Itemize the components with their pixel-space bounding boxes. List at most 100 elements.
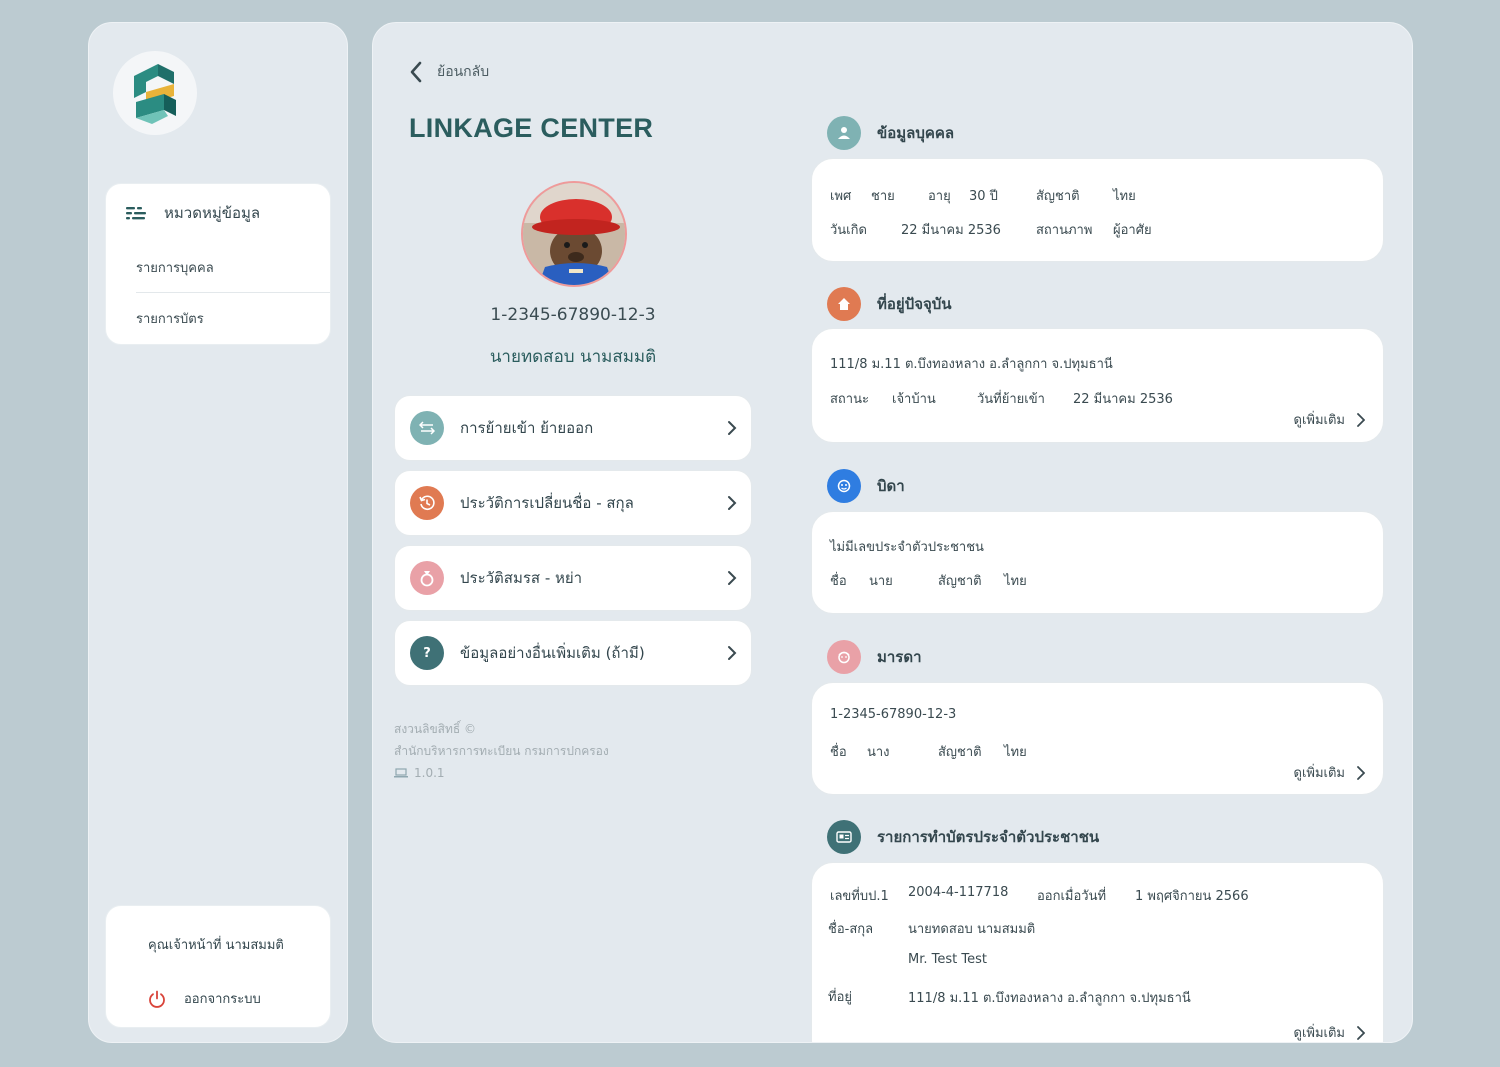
chevron-right-icon xyxy=(728,646,737,660)
home-icon xyxy=(827,287,861,321)
chevron-right-icon xyxy=(728,571,737,585)
transfer-icon xyxy=(410,411,444,445)
card-address-label: ที่อยู่ xyxy=(828,990,852,1005)
face-icon xyxy=(827,640,861,674)
avatar xyxy=(521,181,627,287)
nav-move-button[interactable]: การย้ายเข้า ย้ายออก xyxy=(394,395,752,461)
fullname-th: นายทดสอบ นามสมมติ xyxy=(908,922,1036,937)
address-text: 111/8 ม.11 ต.บึงทองหลาง อ.ลำลูกกา จ.ปทุม… xyxy=(830,357,1113,372)
gender-value: ชาย xyxy=(871,189,895,204)
card-address-value: 111/8 ม.11 ต.บึงทองหลาง อ.ลำลูกกา จ.ปทุม… xyxy=(908,991,1191,1006)
gender-label: เพศ xyxy=(830,189,852,204)
nav-other-info-button[interactable]: ? ข้อมูลอย่างอื่นเพิ่มเติม (ถ้ามี) xyxy=(394,620,752,686)
fullname-en: Mr. Test Test xyxy=(908,952,987,967)
nationality-value: ไทย xyxy=(1113,189,1136,204)
copyright-text: สงวนลิขสิทธิ์ © xyxy=(394,722,477,736)
chevron-right-icon xyxy=(1357,765,1365,780)
issue-date-label: ออกเมื่อวันที่ xyxy=(1037,889,1107,904)
idcard-more-link[interactable]: ดูเพิ่มเติม xyxy=(1293,1022,1365,1042)
age-value: 30 ปี xyxy=(969,189,998,204)
nav-name-history-label: ประวัติการเปลี่ยนชื่อ - สกุล xyxy=(460,494,634,512)
section-mother-label: มารดา xyxy=(877,648,922,666)
nav-other-info-label: ข้อมูลอย่างอื่นเพิ่มเติม (ถ้ามี) xyxy=(460,644,645,662)
main-panel: ย้อนกลับ LINKAGE CENTER 1-2345-67890-12-… xyxy=(372,22,1413,1043)
father-name-value: นาย xyxy=(869,574,893,589)
chevron-right-icon xyxy=(1357,412,1365,427)
status-value: ผู้อาศัย xyxy=(1113,223,1152,238)
birthdate-value: 22 มีนาคม 2536 xyxy=(901,223,1001,238)
category-menu-title: หมวดหมู่ข้อมูล xyxy=(164,204,261,222)
logout-button[interactable]: ออกจากระบบ xyxy=(148,988,261,1009)
power-icon xyxy=(149,990,165,1008)
version-text: 1.0.1 xyxy=(414,766,445,780)
more-label: ดูเพิ่มเติม xyxy=(1293,766,1345,781)
id-card-icon xyxy=(827,820,861,854)
fullname-label: ชื่อ-สกุล xyxy=(828,922,874,937)
resident-status-label: สถานะ xyxy=(830,392,869,407)
section-mother-title: มารดา xyxy=(827,640,922,674)
nav-marriage-label: ประวัติสมรส - หย่า xyxy=(460,569,583,587)
section-father-title: บิดา xyxy=(827,469,905,503)
father-id-text: ไม่มีเลขประจำตัวประชาชน xyxy=(830,540,984,555)
footer: สงวนลิขสิทธิ์ © สำนักบริหารการทะเบียน กร… xyxy=(394,718,609,784)
sidebar-item-persons[interactable]: รายการบุคคล xyxy=(106,242,330,292)
menu-lines-icon xyxy=(126,207,146,220)
person-icon xyxy=(827,116,861,150)
nav-name-history-button[interactable]: ประวัติการเปลี่ยนชื่อ - สกุล xyxy=(394,470,752,536)
nationality-label: สัญชาติ xyxy=(1036,189,1080,204)
user-name: คุณเจ้าหน้าที่ นามสมมติ xyxy=(148,938,284,953)
chevron-right-icon xyxy=(728,421,737,435)
birthdate-label: วันเกิด xyxy=(830,223,867,238)
more-label: ดูเพิ่มเติม xyxy=(1293,413,1345,428)
person-name: นายทดสอบ นามสมมติ xyxy=(489,347,657,367)
chevron-right-icon xyxy=(728,496,737,510)
idcard-card: เลขที่บป.1 2004-4-117718 ออกเมื่อวันที่ … xyxy=(811,862,1384,1042)
personal-info-card: เพศ ชาย อายุ 30 ปี สัญชาติ ไทย วันเกิด 2… xyxy=(811,158,1384,262)
section-address-title: ที่อยู่ปัจจุบัน xyxy=(827,287,952,321)
section-idcard-title: รายการทำบัตรประจำตัวประชาชน xyxy=(827,820,1099,854)
section-personal-label: ข้อมูลบุคคล xyxy=(877,124,955,142)
mother-id-text: 1-2345-67890-12-3 xyxy=(830,707,957,722)
mother-more-link[interactable]: ดูเพิ่มเติม xyxy=(1294,762,1365,783)
resident-status-value: เจ้าบ้าน xyxy=(892,392,936,407)
address-more-link[interactable]: ดูเพิ่มเติม xyxy=(1294,409,1365,430)
mother-name-label: ชื่อ xyxy=(830,745,847,760)
section-father-label: บิดา xyxy=(877,477,905,495)
father-nationality-label: สัญชาติ xyxy=(938,574,982,589)
question-icon: ? xyxy=(410,636,444,670)
address-card: 111/8 ม.11 ต.บึงทองหลาง อ.ลำลูกกา จ.ปทุม… xyxy=(811,328,1384,443)
more-label: ดูเพิ่มเติม xyxy=(1293,1026,1345,1041)
move-in-label: วันที่ย้ายเข้า xyxy=(977,392,1045,407)
chevron-left-icon xyxy=(410,61,422,83)
app-logo xyxy=(113,51,197,135)
age-label: อายุ xyxy=(928,189,951,204)
mother-card: 1-2345-67890-12-3 ชื่อ นาง สัญชาติ ไทย ด… xyxy=(811,682,1384,795)
mother-name-value: นาง xyxy=(867,745,890,760)
mother-nationality-label: สัญชาติ xyxy=(938,745,982,760)
back-label: ย้อนกลับ xyxy=(437,64,490,80)
organization-text: สำนักบริหารการทะเบียน กรมการปกครอง xyxy=(394,744,609,758)
chevron-right-icon xyxy=(1357,1025,1365,1040)
section-address-label: ที่อยู่ปัจจุบัน xyxy=(877,295,952,313)
move-in-date: 22 มีนาคม 2536 xyxy=(1073,392,1173,407)
person-id: 1-2345-67890-12-3 xyxy=(490,305,656,325)
laptop-icon xyxy=(394,768,408,778)
father-card: ไม่มีเลขประจำตัวประชาชน ชื่อ นาย สัญชาติ… xyxy=(811,511,1384,614)
back-button[interactable]: ย้อนกลับ xyxy=(409,61,489,83)
father-name-label: ชื่อ xyxy=(830,574,847,589)
issue-date-value: 1 พฤศจิกายน 2566 xyxy=(1135,889,1249,904)
father-nationality-value: ไทย xyxy=(1004,574,1027,589)
ring-icon xyxy=(410,561,444,595)
history-icon xyxy=(410,486,444,520)
category-menu-header: หมวดหมู่ข้อมูล xyxy=(106,184,330,242)
sidebar-item-cards[interactable]: รายการบัตร xyxy=(106,293,330,343)
category-menu: หมวดหมู่ข้อมูล รายการบุคคล รายการบัตร xyxy=(105,183,331,345)
nav-move-label: การย้ายเข้า ย้ายออก xyxy=(460,419,594,437)
card-no-value: 2004-4-117718 xyxy=(908,885,1009,900)
page-title: LINKAGE CENTER xyxy=(409,113,654,143)
logout-label: ออกจากระบบ xyxy=(184,992,261,1007)
card-no-label: เลขที่บป.1 xyxy=(830,889,889,904)
user-card: คุณเจ้าหน้าที่ นามสมมติ ออกจากระบบ xyxy=(105,905,331,1028)
sidebar: หมวดหมู่ข้อมูล รายการบุคคล รายการบัตร คุ… xyxy=(88,22,348,1043)
nav-marriage-button[interactable]: ประวัติสมรส - หย่า xyxy=(394,545,752,611)
